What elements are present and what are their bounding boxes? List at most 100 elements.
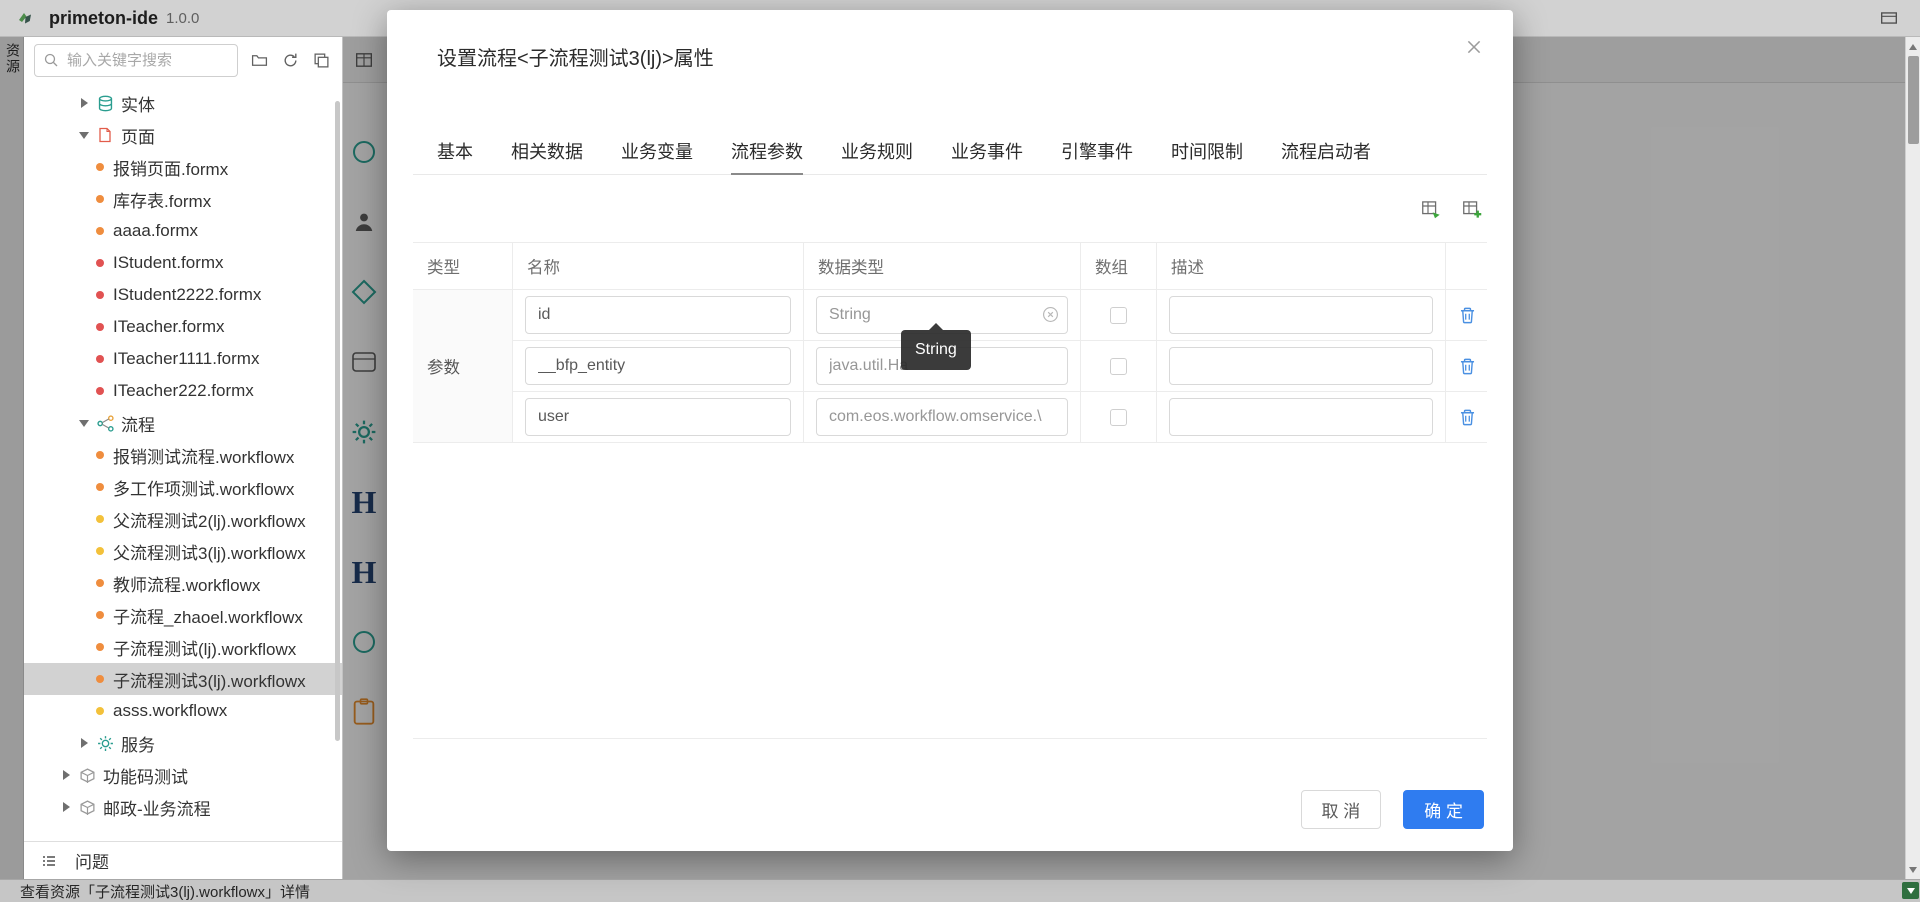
tab-3[interactable]: 流程参数 bbox=[731, 138, 803, 175]
tree-group-label: 实体 bbox=[121, 91, 155, 116]
status-corner-icon[interactable] bbox=[1902, 882, 1919, 899]
tab-8[interactable]: 流程启动者 bbox=[1281, 138, 1371, 174]
tab-2[interactable]: 业务变量 bbox=[621, 138, 693, 174]
tab-7[interactable]: 时间限制 bbox=[1171, 138, 1243, 174]
file-dot-icon bbox=[96, 707, 104, 715]
add-param-icon[interactable] bbox=[1462, 199, 1483, 219]
tree-item[interactable]: ITeacher1111.formx bbox=[24, 343, 342, 375]
trash-icon[interactable] bbox=[1458, 408, 1477, 427]
tab-4[interactable]: 业务规则 bbox=[841, 138, 913, 174]
chevron-down-icon[interactable] bbox=[76, 127, 92, 143]
resources-rail-tab[interactable]: 资源 bbox=[0, 37, 23, 75]
tree-item[interactable]: asss.workflowx bbox=[24, 695, 342, 727]
header-name: 名称 bbox=[513, 243, 804, 290]
params-table: 类型名称数据类型数组描述参数 bbox=[413, 242, 1487, 739]
param-desc-cell bbox=[1157, 290, 1446, 341]
tree-item[interactable]: 报销测试流程.workflowx bbox=[24, 439, 342, 471]
tree-item-label: 报销页面.formx bbox=[113, 155, 228, 180]
tree-group-item[interactable]: 流程 bbox=[24, 407, 342, 439]
collapse-all-icon[interactable] bbox=[312, 49, 332, 71]
statusbar: 查看资源「子流程测试3(lj).workflowx」详情 bbox=[0, 879, 1920, 902]
tree-item-label: 子流程测试3(lj).workflowx bbox=[113, 667, 306, 692]
trash-icon[interactable] bbox=[1458, 306, 1477, 325]
flow-icon bbox=[96, 414, 114, 432]
tab-1[interactable]: 相关数据 bbox=[511, 138, 583, 174]
chevron-right-icon[interactable] bbox=[76, 95, 92, 111]
scroll-down-arrow[interactable] bbox=[1906, 862, 1920, 877]
folder-icon[interactable] bbox=[249, 49, 269, 71]
tree-group-item[interactable]: 服务 bbox=[24, 727, 342, 759]
tab-6[interactable]: 引擎事件 bbox=[1061, 138, 1133, 174]
scrollbar-thumb[interactable] bbox=[1908, 56, 1919, 144]
param-datatype-input[interactable] bbox=[816, 398, 1068, 436]
param-datatype-cell bbox=[804, 392, 1081, 443]
tree-item-label: ITeacher1111.formx bbox=[113, 349, 259, 369]
tree-item[interactable]: 父流程测试3(lj).workflowx bbox=[24, 535, 342, 567]
vertical-scrollbar[interactable] bbox=[1905, 37, 1920, 879]
param-name-input[interactable] bbox=[525, 347, 791, 385]
param-desc-input[interactable] bbox=[1169, 398, 1433, 436]
array-checkbox[interactable] bbox=[1110, 409, 1127, 426]
param-array-cell bbox=[1081, 341, 1157, 392]
search-box bbox=[34, 44, 238, 77]
tree-item-label: IStudent2222.formx bbox=[113, 285, 261, 305]
sidebar-scrollbar-thumb[interactable] bbox=[335, 101, 340, 741]
tree-group-label: 页面 bbox=[121, 123, 155, 148]
problems-panel-toggle[interactable]: 问题 bbox=[24, 841, 342, 879]
param-name-input[interactable] bbox=[525, 398, 791, 436]
tree-group-label: 邮政-业务流程 bbox=[103, 795, 211, 820]
cancel-button[interactable]: 取 消 bbox=[1301, 790, 1382, 829]
list-icon bbox=[40, 852, 58, 870]
param-name-input[interactable] bbox=[525, 296, 791, 334]
param-delete-cell bbox=[1446, 392, 1487, 443]
search-input[interactable] bbox=[34, 44, 238, 77]
tree-item[interactable]: 子流程测试(lj).workflowx bbox=[24, 631, 342, 663]
tree-group-item[interactable]: 邮政-业务流程 bbox=[24, 791, 342, 823]
param-array-cell bbox=[1081, 392, 1157, 443]
tab-5[interactable]: 业务事件 bbox=[951, 138, 1023, 174]
array-checkbox[interactable] bbox=[1110, 358, 1127, 375]
tree-item[interactable]: 子流程测试3(lj).workflowx bbox=[24, 663, 342, 695]
tree-item[interactable]: ITeacher222.formx bbox=[24, 375, 342, 407]
tree-item[interactable]: 多工作项测试.workflowx bbox=[24, 471, 342, 503]
tree-item[interactable]: 库存表.formx bbox=[24, 183, 342, 215]
process-properties-dialog: 设置流程<子流程测试3(lj)>属性 基本相关数据业务变量流程参数业务规则业务事… bbox=[387, 10, 1513, 851]
chevron-down-icon[interactable] bbox=[76, 415, 92, 431]
close-icon[interactable] bbox=[1465, 38, 1483, 56]
param-delete-cell bbox=[1446, 341, 1487, 392]
tree-item[interactable]: ITeacher.formx bbox=[24, 311, 342, 343]
tree-item[interactable]: IStudent.formx bbox=[24, 247, 342, 279]
chevron-right-icon[interactable] bbox=[58, 799, 74, 815]
clear-icon[interactable] bbox=[1042, 306, 1059, 323]
trash-icon[interactable] bbox=[1458, 357, 1477, 376]
param-desc-input[interactable] bbox=[1169, 347, 1433, 385]
file-dot-icon bbox=[96, 483, 104, 491]
param-array-cell bbox=[1081, 290, 1157, 341]
page-icon bbox=[96, 126, 114, 144]
scroll-up-arrow[interactable] bbox=[1906, 39, 1920, 54]
tree-group-item[interactable]: 实体 bbox=[24, 87, 342, 119]
tree-group-item[interactable]: 页面 bbox=[24, 119, 342, 151]
tab-0[interactable]: 基本 bbox=[437, 138, 473, 174]
param-desc-input[interactable] bbox=[1169, 296, 1433, 334]
param-desc-cell bbox=[1157, 392, 1446, 443]
ok-button[interactable]: 确 定 bbox=[1403, 790, 1484, 829]
chevron-right-icon[interactable] bbox=[76, 735, 92, 751]
tree-item[interactable]: aaaa.formx bbox=[24, 215, 342, 247]
chevron-right-icon[interactable] bbox=[58, 767, 74, 783]
app-window: primeton-ide 1.0.0 资源 bbox=[0, 0, 1920, 902]
file-dot-icon bbox=[96, 643, 104, 651]
sync-params-icon[interactable] bbox=[1421, 199, 1442, 219]
datatype-tooltip: String bbox=[901, 330, 971, 370]
tree-item[interactable]: 教师流程.workflowx bbox=[24, 567, 342, 599]
tree-item[interactable]: 子流程_zhaoel.workflowx bbox=[24, 599, 342, 631]
refresh-icon[interactable] bbox=[281, 49, 301, 71]
tree-item[interactable]: 报销页面.formx bbox=[24, 151, 342, 183]
tree-group-item[interactable]: 功能码测试 bbox=[24, 759, 342, 791]
tree-item[interactable]: IStudent2222.formx bbox=[24, 279, 342, 311]
window-panel-icon[interactable] bbox=[1880, 9, 1898, 27]
file-dot-icon bbox=[96, 515, 104, 523]
tree-group-label: 服务 bbox=[121, 731, 155, 756]
tree-item[interactable]: 父流程测试2(lj).workflowx bbox=[24, 503, 342, 535]
array-checkbox[interactable] bbox=[1110, 307, 1127, 324]
